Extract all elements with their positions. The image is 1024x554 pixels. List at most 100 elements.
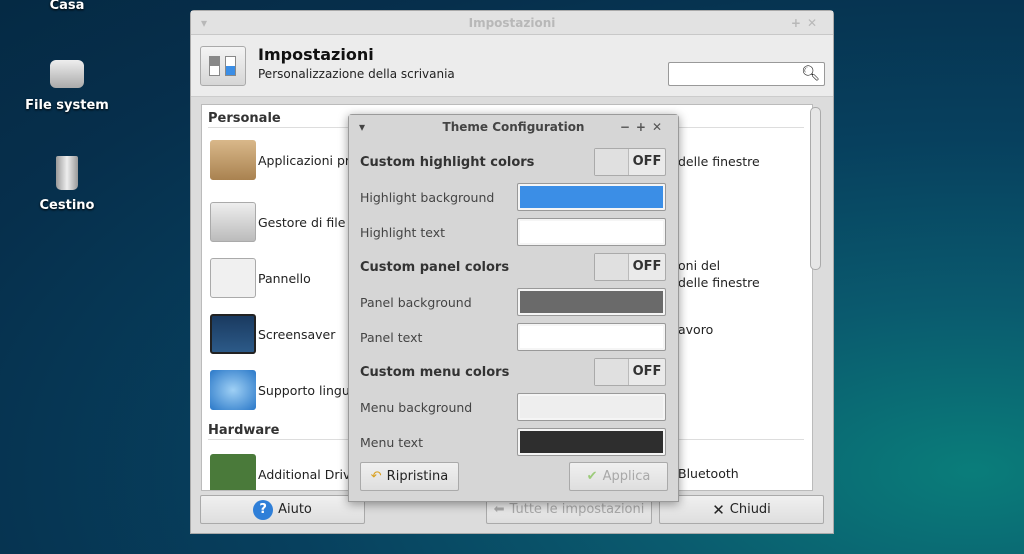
page-title: Impostazioni	[258, 45, 374, 64]
close-icon: ✕	[712, 500, 725, 519]
button-label: Tutte le impostazioni	[509, 502, 645, 517]
desktop-icon-home[interactable]: Casa	[12, 0, 122, 13]
toggle-state: OFF	[632, 364, 662, 379]
list-item[interactable]: Applicazioni pre	[210, 140, 357, 180]
color-row: Menu text	[360, 428, 666, 456]
page-subtitle: Personalizzazione della scrivania	[258, 67, 455, 81]
dialog-title: Theme Configuration	[442, 120, 585, 134]
preferred-apps-icon	[210, 140, 256, 180]
item-label: Additional Drive	[258, 466, 359, 482]
window-menu-icon[interactable]: ▾	[201, 11, 207, 35]
toggle-row: Custom menu colors OFF	[360, 358, 666, 386]
toggle-knob	[595, 359, 629, 385]
button-label: Applica	[602, 469, 651, 484]
language-icon	[210, 370, 256, 410]
theme-config-dialog: ▾ Theme Configuration −+✕ Custom highlig…	[348, 114, 679, 502]
color-swatch	[520, 186, 663, 208]
menu-background-color-button[interactable]	[517, 393, 666, 421]
drive-icon	[50, 60, 84, 88]
row-label: Highlight text	[360, 224, 446, 240]
apply-button[interactable]: ✔ Applica	[569, 462, 668, 491]
color-swatch	[520, 326, 663, 348]
row-label: Menu background	[360, 399, 473, 415]
item-label: Screensaver	[258, 326, 336, 342]
color-row: Panel text	[360, 323, 666, 351]
list-item-label[interactable]: delle finestre	[678, 154, 760, 169]
window-controls[interactable]: −+✕	[620, 115, 668, 139]
row-label: Highlight background	[360, 189, 495, 205]
list-item[interactable]: Screensaver	[210, 314, 335, 354]
panel-background-color-button[interactable]	[517, 288, 666, 316]
back-arrow-icon: ⬅	[493, 502, 505, 517]
desktop-icon-label: File system	[25, 98, 109, 113]
help-icon: ?	[253, 499, 274, 520]
checkmark-icon: ✔	[586, 469, 598, 484]
folder-icon	[210, 202, 256, 242]
list-item[interactable]: Additional Drive	[210, 454, 359, 490]
item-label: Gestore di file	[258, 214, 346, 230]
row-label: Menu text	[360, 434, 423, 450]
color-swatch	[520, 396, 663, 418]
highlight-background-color-button[interactable]	[517, 183, 666, 211]
item-label: Supporto lingu	[258, 382, 350, 398]
list-item-label[interactable]: delle finestre	[678, 275, 760, 290]
menu-text-color-button[interactable]	[517, 428, 666, 456]
toggle-knob	[595, 254, 629, 280]
color-swatch	[520, 221, 663, 243]
list-item-label[interactable]: Bluetooth	[678, 466, 739, 481]
help-button[interactable]: ? Aiuto	[200, 495, 365, 524]
desktop-icon-filesystem[interactable]: File system	[12, 56, 122, 113]
search-input[interactable]: 🔍︎	[668, 62, 825, 86]
window-title: Impostazioni	[468, 16, 556, 30]
window-menu-icon[interactable]: ▾	[359, 115, 365, 139]
button-label: Aiuto	[278, 502, 312, 517]
row-label: Panel background	[360, 294, 472, 310]
desktop-icon-label: Cestino	[39, 198, 95, 213]
window-controls[interactable]: +✕	[791, 11, 823, 35]
desktop-icon-label: Casa	[49, 0, 85, 13]
color-row: Panel background	[360, 288, 666, 316]
row-label: Custom menu colors	[360, 364, 510, 380]
desktop-icon-trash[interactable]: Cestino	[12, 156, 122, 213]
list-item[interactable]: Supporto lingu	[210, 370, 350, 410]
custom-menu-colors-toggle[interactable]: OFF	[594, 358, 666, 386]
toggle-state: OFF	[632, 259, 662, 274]
list-item[interactable]: Pannello	[210, 258, 311, 298]
panel-icon	[210, 258, 256, 298]
button-label: Ripristina	[386, 469, 449, 484]
toggle-knob	[595, 149, 629, 175]
color-row: Highlight text	[360, 218, 666, 246]
toggle-row: Custom panel colors OFF	[360, 253, 666, 281]
item-label: Applicazioni pre	[258, 152, 358, 168]
header: Impostazioni Personalizzazione della scr…	[191, 35, 833, 97]
custom-panel-colors-toggle[interactable]: OFF	[594, 253, 666, 281]
search-icon[interactable]: 🔍︎	[801, 64, 820, 82]
driver-card-icon	[210, 454, 256, 490]
custom-highlight-colors-toggle[interactable]: OFF	[594, 148, 666, 176]
list-item[interactable]: Gestore di file	[210, 202, 345, 242]
screensaver-icon	[210, 314, 256, 354]
color-swatch	[520, 431, 663, 453]
toggle-state: OFF	[632, 154, 662, 169]
dialog-title-bar[interactable]: ▾ Theme Configuration −+✕	[349, 115, 678, 139]
panel-text-color-button[interactable]	[517, 323, 666, 351]
undo-icon: ↶	[370, 469, 382, 484]
row-label: Custom panel colors	[360, 259, 510, 275]
color-swatch	[520, 291, 663, 313]
reset-button[interactable]: ↶ Ripristina	[360, 462, 459, 491]
list-item-label[interactable]: avoro	[678, 322, 713, 337]
close-button[interactable]: ✕ Chiudi	[659, 495, 824, 524]
row-label: Custom highlight colors	[360, 154, 535, 170]
row-label: Panel text	[360, 329, 423, 345]
highlight-text-color-button[interactable]	[517, 218, 666, 246]
color-row: Menu background	[360, 393, 666, 421]
toggle-row: Custom highlight colors OFF	[360, 148, 666, 176]
button-label: Chiudi	[729, 502, 771, 517]
list-item-label[interactable]: oni del	[678, 258, 720, 273]
title-bar[interactable]: ▾ Impostazioni +✕	[191, 11, 833, 35]
color-row: Highlight background	[360, 183, 666, 211]
trash-icon	[56, 156, 78, 190]
item-label: Pannello	[258, 270, 311, 286]
settings-icon	[200, 46, 246, 86]
scrollbar[interactable]	[810, 107, 821, 270]
